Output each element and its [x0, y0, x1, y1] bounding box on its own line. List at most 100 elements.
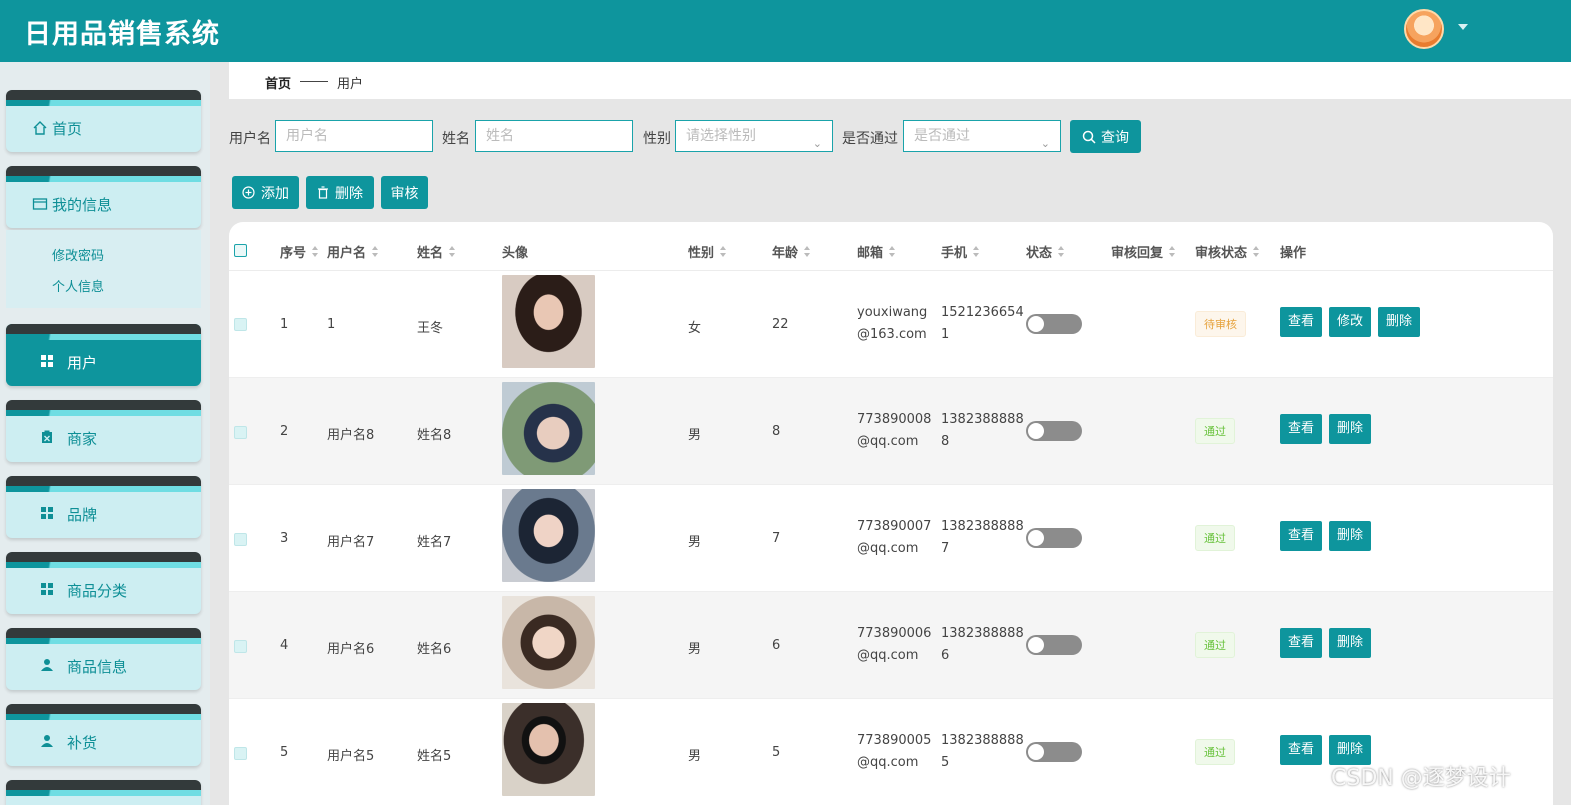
sort-icon[interactable]	[1058, 246, 1065, 258]
status-toggle[interactable]	[1026, 421, 1082, 441]
avatar-photo[interactable]	[502, 703, 595, 796]
cell-email: youxiwang @163.com	[857, 305, 928, 342]
sidebar-item-label: 商家	[67, 430, 98, 448]
avatar-photo[interactable]	[502, 489, 595, 582]
add-button[interactable]: 添加	[232, 176, 299, 209]
sidebar-item-myinfo[interactable]: 我的信息	[6, 166, 201, 228]
sidebar-item-products[interactable]: 商品信息	[6, 628, 201, 690]
sort-icon[interactable]	[372, 246, 379, 258]
sidebar-item-home[interactable]: 首页	[6, 90, 201, 152]
review-button[interactable]: 审核	[381, 176, 428, 209]
user-icon	[40, 658, 54, 676]
edit-button[interactable]: 修改	[1329, 307, 1372, 337]
cell-gender: 女	[688, 321, 702, 336]
row-checkbox[interactable]	[234, 426, 247, 439]
chevron-down-icon[interactable]	[1458, 24, 1468, 30]
sidebar-item-users[interactable]: 用户	[6, 324, 201, 386]
column-header[interactable]: 用户名	[327, 242, 379, 261]
cell-username: 用户名7	[327, 535, 375, 550]
cell-name: 姓名5	[417, 749, 452, 764]
column-header: 头像	[502, 246, 529, 261]
review-status-badge: 通过	[1195, 418, 1235, 444]
breadcrumb: 首页 用户	[229, 62, 1571, 99]
breadcrumb-current: 用户	[337, 77, 364, 92]
gender-select[interactable]: 请选择性别 ⌄	[675, 120, 833, 152]
view-button[interactable]: 查看	[1280, 414, 1323, 444]
sort-icon[interactable]	[804, 246, 811, 258]
name-input[interactable]: 姓名	[475, 120, 633, 152]
table-row: 3 用户名7 姓名7 男 7 773890007 @qq.com 13823888…	[229, 485, 1553, 592]
sort-icon[interactable]	[1169, 246, 1176, 258]
sort-icon[interactable]	[449, 246, 456, 258]
cell-email: 773890008 @qq.com	[857, 412, 932, 449]
column-header[interactable]: 状态	[1026, 242, 1065, 261]
cell-age: 5	[772, 745, 781, 760]
delete-button[interactable]: 删除	[1329, 521, 1372, 551]
view-button[interactable]: 查看	[1280, 628, 1323, 658]
user-avatar[interactable]	[1404, 9, 1444, 49]
avatar-photo[interactable]	[502, 382, 595, 475]
row-checkbox[interactable]	[234, 318, 247, 331]
column-header[interactable]: 邮箱	[857, 242, 896, 261]
avatar-photo[interactable]	[502, 275, 595, 368]
cell-age: 6	[772, 638, 781, 653]
column-header[interactable]: 序号	[280, 242, 319, 261]
clipboard-icon	[40, 430, 54, 448]
cell-phone: 1521236654 1	[941, 305, 1024, 342]
cell-name: 姓名7	[417, 535, 452, 550]
pass-select[interactable]: 是否通过 ⌄	[903, 120, 1061, 152]
delete-button[interactable]: 删除	[1378, 307, 1421, 337]
grid-icon	[40, 354, 54, 372]
column-header[interactable]: 审核状态	[1195, 242, 1260, 261]
select-all-checkbox[interactable]	[234, 244, 247, 257]
sidebar-item-brands[interactable]: 品牌	[6, 476, 201, 538]
cell-name: 姓名8	[417, 428, 452, 443]
cell-index: 4	[280, 638, 289, 653]
status-toggle[interactable]	[1026, 742, 1082, 762]
delete-button[interactable]: 删除	[1329, 628, 1372, 658]
view-button[interactable]: 查看	[1280, 307, 1323, 337]
column-header[interactable]: 手机	[941, 242, 980, 261]
sort-icon[interactable]	[312, 246, 319, 258]
status-toggle[interactable]	[1026, 635, 1082, 655]
submenu-item-personal-info[interactable]: 个人信息	[52, 276, 104, 295]
submenu-item-change-password[interactable]: 修改密码	[52, 245, 104, 264]
grid-icon	[40, 506, 54, 524]
view-button[interactable]: 查看	[1280, 735, 1323, 765]
review-status-badge: 通过	[1195, 739, 1235, 765]
delete-button[interactable]: 删除	[1329, 414, 1372, 444]
sort-icon[interactable]	[720, 246, 727, 258]
sort-icon[interactable]	[1253, 246, 1260, 258]
cell-age: 7	[772, 531, 781, 546]
cell-age: 8	[772, 424, 781, 439]
table-header: 序号 用户名 姓名 头像 性别 年龄 邮箱 手机 状态 审核回复 审核状态 操作	[229, 222, 1553, 271]
column-header: 操作	[1280, 246, 1307, 261]
cell-gender: 男	[688, 535, 702, 550]
chevron-down-icon: ⌄	[1040, 137, 1050, 150]
sort-icon[interactable]	[889, 246, 896, 258]
row-checkbox[interactable]	[234, 640, 247, 653]
column-header[interactable]: 年龄	[772, 242, 811, 261]
avatar-photo[interactable]	[502, 596, 595, 689]
column-header[interactable]: 性别	[688, 242, 727, 261]
column-header[interactable]: 姓名	[417, 242, 456, 261]
breadcrumb-home[interactable]: 首页	[265, 73, 291, 92]
sort-icon[interactable]	[973, 246, 980, 258]
bulk-delete-button[interactable]: 删除	[306, 176, 374, 209]
status-toggle[interactable]	[1026, 314, 1082, 334]
pass-label: 是否通过	[842, 131, 898, 147]
status-toggle[interactable]	[1026, 528, 1082, 548]
sidebar-item-merchants[interactable]: 商家	[6, 400, 201, 462]
row-checkbox[interactable]	[234, 747, 247, 760]
gender-label: 性别	[643, 131, 671, 147]
column-header[interactable]: 审核回复	[1111, 242, 1176, 261]
sidebar-item-categories[interactable]: 商品分类	[6, 552, 201, 614]
sidebar-item-partial[interactable]	[6, 780, 201, 805]
username-input[interactable]: 用户名	[275, 120, 433, 152]
query-button[interactable]: 查询	[1070, 120, 1141, 153]
cell-phone: 1382388888 7	[941, 519, 1024, 556]
row-checkbox[interactable]	[234, 533, 247, 546]
chevron-down-icon: ⌄	[812, 137, 822, 150]
view-button[interactable]: 查看	[1280, 521, 1323, 551]
sidebar-item-restock[interactable]: 补货	[6, 704, 201, 766]
